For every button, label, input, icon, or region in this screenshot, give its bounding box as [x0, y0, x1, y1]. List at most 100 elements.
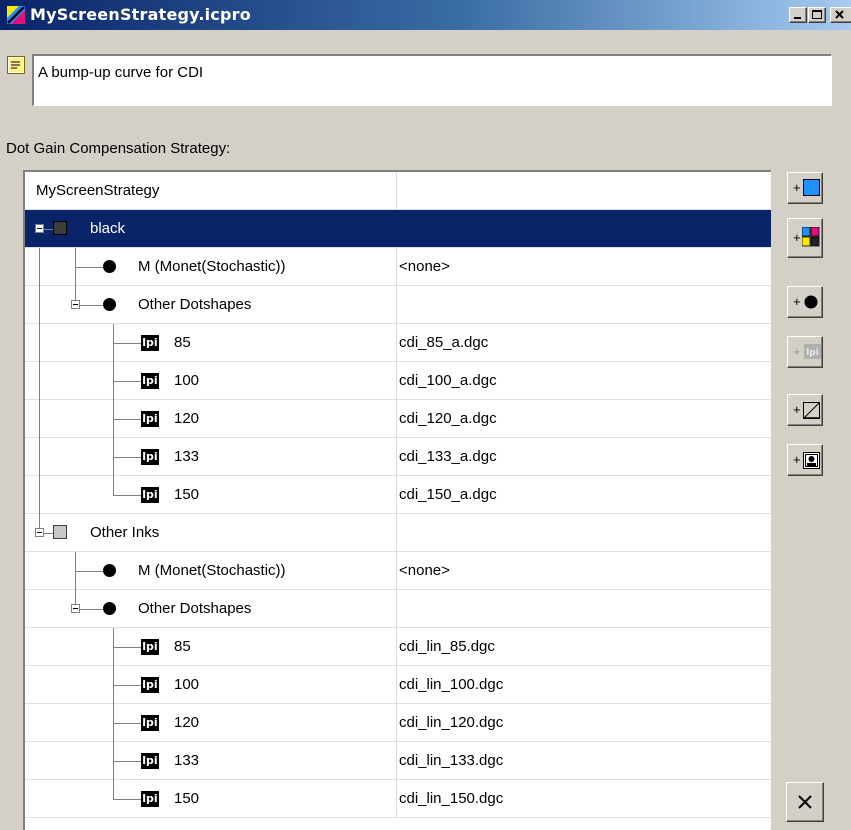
collapse-toggle[interactable] — [71, 604, 80, 613]
tree-row-label: 85 — [174, 334, 191, 351]
tree-row-black[interactable]: black — [25, 210, 771, 248]
delete-x-icon — [798, 795, 812, 809]
plus-label: + — [793, 180, 801, 195]
tree-root-label: MyScreenStrategy — [36, 182, 160, 199]
window-title: MyScreenStrategy.icpro — [30, 5, 251, 24]
tree-row-value: cdi_133_a.dgc — [399, 448, 497, 465]
tree-row-lpi-133[interactable]: lpi 133 cdi_lin_133.dgc — [25, 742, 771, 780]
tree-row-monet[interactable]: M (Monet(Stochastic)) <none> — [25, 248, 771, 286]
tree-root-row[interactable]: MyScreenStrategy — [25, 172, 771, 210]
strategy-tree[interactable]: MyScreenStrategy black M (Monet(Stochast… — [23, 170, 771, 830]
lpi-icon: lpi — [141, 791, 159, 807]
tree-row-label: Other Dotshapes — [138, 296, 252, 313]
tree-row-label: 150 — [174, 486, 200, 503]
tree-row-value: cdi_lin_120.dgc — [399, 714, 504, 731]
tree-row-value: cdi_lin_85.dgc — [399, 638, 495, 655]
add-ink-icon — [803, 179, 820, 196]
add-curve-icon — [803, 402, 820, 419]
description-text: A bump-up curve for CDI — [38, 64, 204, 81]
add-lpi-icon: lpi — [804, 344, 821, 359]
tree-row-label: 100 — [174, 676, 200, 693]
tree-row-other-dotshapes[interactable]: Other Dotshapes — [25, 286, 771, 324]
add-screen-icon — [803, 452, 820, 469]
plus-label: + — [793, 294, 801, 309]
tree-row-value: cdi_lin_133.dgc — [399, 752, 504, 769]
dot-icon — [103, 260, 116, 273]
delete-button[interactable] — [786, 782, 824, 822]
lpi-icon: lpi — [141, 677, 159, 693]
lpi-icon: lpi — [141, 335, 159, 351]
tree-row-label: 85 — [174, 638, 191, 655]
tree-row-value: cdi_85_a.dgc — [399, 334, 489, 351]
tree-row-label: 150 — [174, 790, 200, 807]
note-icon — [7, 56, 25, 74]
tree-row-value: <none> — [399, 562, 450, 579]
tree-row-label: black — [90, 220, 126, 237]
title-bar: MyScreenStrategy.icpro — [0, 0, 851, 30]
description-field[interactable]: A bump-up curve for CDI — [32, 54, 832, 106]
close-button[interactable] — [830, 7, 851, 23]
tree-row-value: <none> — [399, 258, 450, 275]
add-screen-button[interactable]: + — [787, 444, 823, 476]
tree-row-lpi-100[interactable]: lpi 100 cdi_100_a.dgc — [25, 362, 771, 400]
tree-row-label: 133 — [174, 448, 200, 465]
tree-row-monet[interactable]: M (Monet(Stochastic)) <none> — [25, 552, 771, 590]
tree-row-label: 120 — [174, 410, 200, 427]
tree-row-label: 120 — [174, 714, 200, 731]
tree-row-label: Other Inks — [90, 524, 160, 541]
strategy-section-label: Dot Gain Compensation Strategy: — [6, 140, 231, 157]
collapse-toggle[interactable] — [71, 300, 80, 309]
add-ink-button[interactable]: + — [787, 172, 823, 204]
dot-icon — [103, 602, 116, 615]
close-icon — [835, 10, 844, 19]
tree-row-label: 133 — [174, 752, 200, 769]
lpi-icon: lpi — [141, 487, 159, 503]
lpi-icon: lpi — [141, 715, 159, 731]
add-curve-button[interactable]: + — [787, 394, 823, 426]
svg-text:lpi: lpi — [806, 348, 819, 358]
tree-row-value: cdi_120_a.dgc — [399, 410, 497, 427]
tree-row-lpi-85[interactable]: lpi 85 cdi_lin_85.dgc — [25, 628, 771, 666]
add-ink-group-button[interactable]: + — [787, 218, 823, 258]
tree-row-value: cdi_150_a.dgc — [399, 486, 497, 503]
add-ink-group-icon — [802, 227, 820, 247]
tree-row-label: Other Dotshapes — [138, 600, 252, 617]
plus-label: + — [793, 452, 801, 467]
tree-row-other-inks[interactable]: Other Inks — [25, 514, 771, 552]
maximize-button[interactable] — [808, 7, 826, 23]
plus-label: + — [793, 344, 801, 359]
tree-row-label: M (Monet(Stochastic)) — [138, 562, 286, 579]
lpi-icon: lpi — [141, 373, 159, 389]
tree-row-value: cdi_lin_150.dgc — [399, 790, 504, 807]
add-lpi-button: + lpi — [787, 336, 823, 368]
tree-row-value: cdi_lin_100.dgc — [399, 676, 504, 693]
tree-row-other-dotshapes[interactable]: Other Dotshapes — [25, 590, 771, 628]
black-square-icon — [53, 221, 67, 235]
lpi-icon: lpi — [141, 449, 159, 465]
gray-square-icon — [53, 525, 67, 539]
app-icon — [7, 6, 25, 24]
tree-row-lpi-133[interactable]: lpi 133 cdi_133_a.dgc — [25, 438, 771, 476]
lpi-icon: lpi — [141, 639, 159, 655]
collapse-toggle[interactable] — [35, 528, 44, 537]
minimize-icon — [794, 17, 801, 19]
lpi-icon: lpi — [141, 753, 159, 769]
tree-row-lpi-150[interactable]: lpi 150 cdi_lin_150.dgc — [25, 780, 771, 818]
dot-icon — [103, 564, 116, 577]
tree-row-label: 100 — [174, 372, 200, 389]
tree-row-lpi-85[interactable]: lpi 85 cdi_85_a.dgc — [25, 324, 771, 362]
tree-row-lpi-120[interactable]: lpi 120 cdi_120_a.dgc — [25, 400, 771, 438]
dot-icon — [103, 298, 116, 311]
tree-row-label: M (Monet(Stochastic)) — [138, 258, 286, 275]
tree-row-lpi-150[interactable]: lpi 150 cdi_150_a.dgc — [25, 476, 771, 514]
tree-row-lpi-100[interactable]: lpi 100 cdi_lin_100.dgc — [25, 666, 771, 704]
collapse-toggle[interactable] — [35, 224, 44, 233]
minimize-button[interactable] — [789, 7, 807, 23]
tree-row-lpi-120[interactable]: lpi 120 cdi_lin_120.dgc — [25, 704, 771, 742]
lpi-icon: lpi — [141, 411, 159, 427]
plus-label: + — [793, 402, 801, 417]
maximize-icon — [812, 10, 822, 19]
add-dotshape-button[interactable]: + — [787, 286, 823, 318]
tree-row-value: cdi_100_a.dgc — [399, 372, 497, 389]
plus-label: + — [793, 230, 801, 245]
